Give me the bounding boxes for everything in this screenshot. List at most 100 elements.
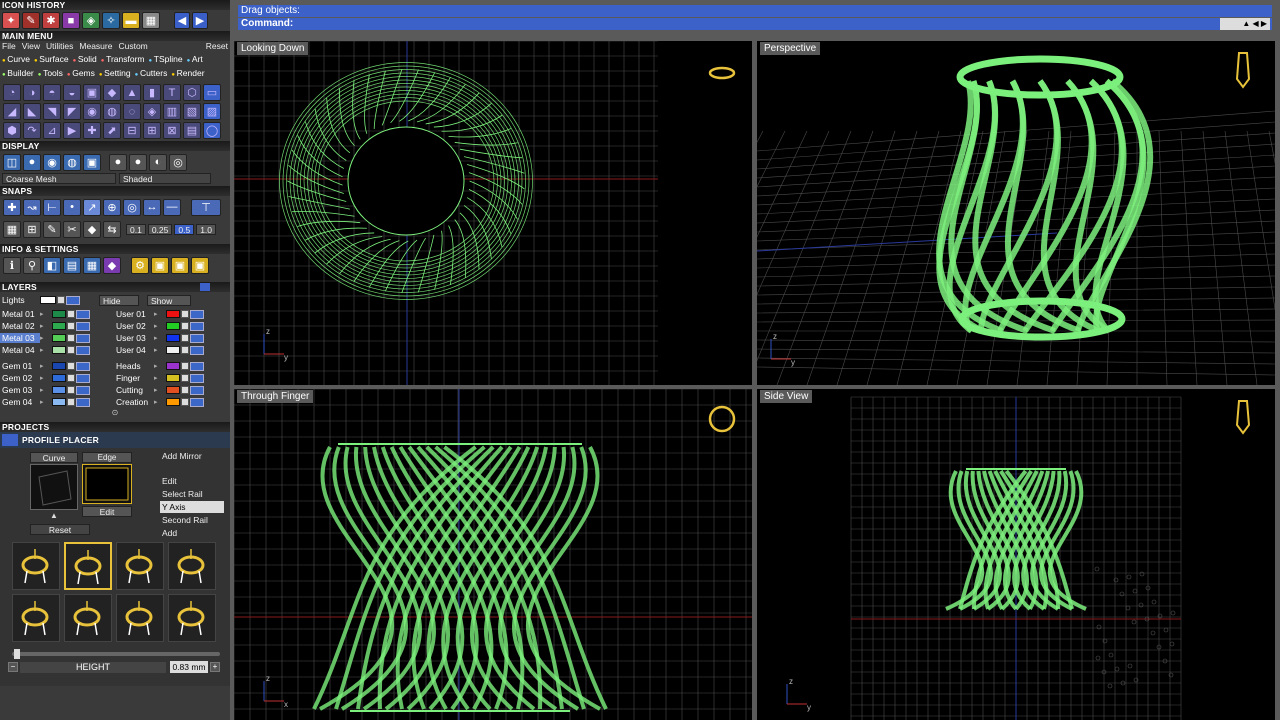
layer-visibility-toggle[interactable] [190, 333, 204, 343]
profile-option-2[interactable]: Select Rail [160, 488, 224, 500]
layer-visibility-toggle[interactable] [190, 321, 204, 331]
viewport-side-view[interactable]: Side View zy [757, 389, 1275, 720]
tool-icon-25[interactable]: ⊿ [43, 122, 61, 139]
history-icon-7[interactable]: ▬ [122, 12, 140, 29]
display-render-icon[interactable]: ◍ [63, 153, 81, 171]
menu-reset[interactable]: Reset [206, 41, 228, 52]
height-decrease-button[interactable]: − [8, 662, 18, 672]
layer-row[interactable]: Metal 04 ▸ [0, 344, 112, 356]
lights-swatch[interactable] [40, 296, 56, 304]
layer-row[interactable]: Gem 01 ▸ [0, 360, 112, 372]
tool-icon-19[interactable]: ◈ [143, 103, 161, 120]
display-box-icon[interactable]: ▣ [83, 153, 101, 171]
tool-icon-8[interactable]: ▮ [143, 84, 161, 101]
layer-color-swatch[interactable] [166, 374, 180, 382]
tool-icon-17[interactable]: ◍ [103, 103, 121, 120]
tool-icon-1[interactable]: ◔ [3, 84, 21, 101]
layer-name[interactable]: User 03 [114, 333, 154, 343]
layer-name[interactable]: Finger [114, 373, 154, 383]
display-env-icon[interactable]: ◎ [169, 153, 187, 171]
layer-lock-icon[interactable] [181, 334, 189, 342]
profile-option-3[interactable]: Y Axis [160, 501, 224, 513]
placement-option-icon-5[interactable] [12, 594, 60, 642]
layer-name[interactable]: Gem 03 [0, 385, 40, 395]
layer-name[interactable]: User 04 [114, 345, 154, 355]
layer-color-swatch[interactable] [166, 310, 180, 318]
layer-row[interactable]: Heads ▸ [114, 360, 226, 372]
layer-row[interactable]: User 04 ▸ [114, 344, 226, 356]
layer-row[interactable]: Gem 03 ▸ [0, 384, 112, 396]
layer-row[interactable]: Creation ▸ [114, 396, 226, 408]
layer-color-swatch[interactable] [52, 334, 66, 342]
height-increase-button[interactable]: + [210, 662, 220, 672]
tool-icon-20[interactable]: ▥ [163, 103, 181, 120]
tool-icon-16[interactable]: ◉ [83, 103, 101, 120]
layer-name[interactable]: Cutting [114, 385, 154, 395]
layer-lock-icon[interactable] [67, 322, 75, 330]
info-icon-6[interactable]: ◆ [103, 256, 121, 274]
display-gold-icon[interactable]: ◐ [149, 153, 167, 171]
layer-lock-icon[interactable] [181, 362, 189, 370]
info-icon-9[interactable]: ▣ [171, 256, 189, 274]
layer-row[interactable]: Metal 01 ▸ [0, 308, 112, 320]
layer-lock-icon[interactable] [181, 322, 189, 330]
hide-button[interactable]: Hide [99, 294, 139, 306]
layer-visibility-toggle[interactable] [190, 397, 204, 407]
tool-icon-3[interactable]: ◓ [43, 84, 61, 101]
show-button[interactable]: Show [147, 294, 191, 306]
profile-option-1[interactable]: Edit [160, 475, 224, 487]
tool-icon-10[interactable]: ⬡ [183, 84, 201, 101]
shading-select[interactable]: Shaded [119, 173, 211, 184]
tool-icon-32[interactable]: ▤ [183, 122, 201, 139]
snap-line-icon[interactable]: — [163, 198, 181, 216]
layer-lock-icon[interactable] [181, 346, 189, 354]
profile-option-5[interactable]: Add [160, 527, 224, 539]
command-input[interactable]: Command: [238, 18, 1272, 30]
layer-color-swatch[interactable] [166, 346, 180, 354]
snap-point-icon[interactable]: • [63, 198, 81, 216]
profile-option-0[interactable]: Add Mirror [160, 450, 224, 462]
history-icon-4[interactable]: ■ [62, 12, 80, 29]
category-curve[interactable]: Curve [2, 53, 30, 67]
tool-icon-7[interactable]: ▲ [123, 84, 141, 101]
layer-visibility-toggle[interactable] [76, 333, 90, 343]
history-icon-8[interactable]: ▦ [142, 12, 160, 29]
layer-visibility-toggle[interactable] [190, 361, 204, 371]
snap-tool-icon-1[interactable]: ▦ [3, 220, 21, 238]
layer-lock-icon[interactable] [67, 362, 75, 370]
layer-arrow-icon[interactable]: ▸ [154, 374, 166, 382]
snap-grid-icon[interactable]: ✚ [3, 198, 21, 216]
category-surface[interactable]: Surface [34, 53, 68, 67]
info-icon-5[interactable]: ▦ [83, 256, 101, 274]
layer-lock-icon[interactable] [67, 386, 75, 394]
snap-tool-icon-4[interactable]: ✂ [63, 220, 81, 238]
history-icon-3[interactable]: ✱ [42, 12, 60, 29]
info-icon-8[interactable]: ▣ [151, 256, 169, 274]
curve-preview[interactable] [30, 464, 78, 510]
layer-color-swatch[interactable] [166, 322, 180, 330]
snap-mid-icon[interactable]: ↗ [83, 198, 101, 216]
height-value-field[interactable]: 0.83 mm [170, 661, 208, 673]
tool-icon-26[interactable]: ▶ [63, 122, 81, 139]
profile-option-4[interactable]: Second Rail [160, 514, 224, 526]
tool-icon-18[interactable]: ◌ [123, 103, 141, 120]
layer-lock-icon[interactable] [181, 310, 189, 318]
layer-lock-icon[interactable] [67, 334, 75, 342]
layer-visibility-toggle[interactable] [190, 373, 204, 383]
layer-name[interactable]: Gem 04 [0, 397, 40, 407]
history-icon-5[interactable]: ◈ [82, 12, 100, 29]
placement-option-icon-7[interactable] [116, 594, 164, 642]
layer-color-swatch[interactable] [52, 310, 66, 318]
layer-name[interactable]: Metal 01 [0, 309, 40, 319]
tool-icon-9[interactable]: T [163, 84, 181, 101]
layer-name[interactable]: Metal 02 [0, 321, 40, 331]
layer-arrow-icon[interactable]: ▸ [40, 322, 52, 330]
placement-option-icon-4[interactable] [168, 542, 216, 590]
layer-row[interactable]: Cutting ▸ [114, 384, 226, 396]
layer-lock-icon[interactable] [67, 398, 75, 406]
layer-visibility-toggle[interactable] [76, 373, 90, 383]
edge-profile-tab[interactable]: Edge Profile [82, 452, 132, 472]
layer-name[interactable]: Metal 03 [0, 333, 40, 343]
layer-color-swatch[interactable] [166, 398, 180, 406]
layer-row[interactable]: Gem 02 ▸ [0, 372, 112, 384]
